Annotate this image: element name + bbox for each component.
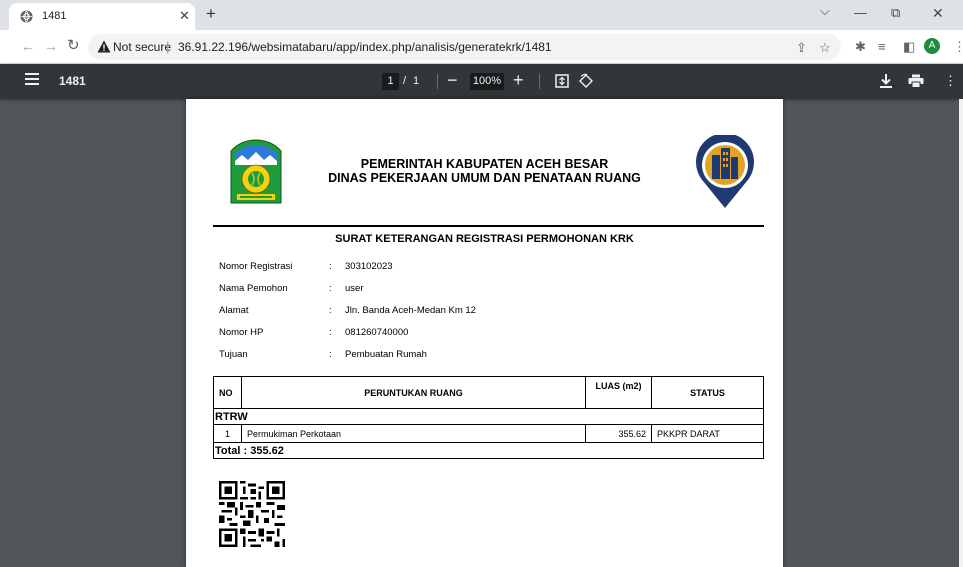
cell-luas: 355.62: [585, 424, 652, 443]
chevron-down-icon[interactable]: ⌵: [820, 3, 830, 19]
back-icon[interactable]: ←: [21, 38, 35, 54]
cell-status: PKKPR DARAT: [651, 424, 764, 443]
close-tab-icon[interactable]: ✕: [179, 8, 190, 24]
cell-no: 1: [213, 424, 242, 443]
rotate-icon[interactable]: [578, 73, 594, 89]
group-row: RTRW: [213, 408, 764, 425]
column-header-status: STATUS: [651, 376, 764, 409]
field-label: Nomor Registrasi: [219, 261, 293, 272]
browser-toolbar: ← → ↻ Not secure | 36.91.22.196/websimat…: [0, 30, 963, 64]
new-tab-icon[interactable]: +: [206, 4, 216, 24]
field-value: 303102023: [345, 261, 393, 272]
field-label: Alamat: [219, 305, 249, 316]
url-divider: |: [166, 39, 170, 54]
zoom-out-button[interactable]: −: [447, 69, 458, 91]
share-icon[interactable]: ⇪: [796, 40, 807, 56]
globe-icon: [20, 10, 33, 23]
qr-code: [219, 481, 285, 547]
fit-to-page-icon[interactable]: [555, 74, 569, 88]
browser-tab[interactable]: 1481 ✕: [9, 3, 195, 30]
reading-list-icon[interactable]: ≡: [878, 39, 886, 55]
group-label: RTRW: [213, 408, 764, 425]
field-label: Nomor HP: [219, 327, 264, 338]
field-colon: :: [329, 261, 332, 272]
forward-icon[interactable]: →: [44, 38, 58, 54]
reload-icon[interactable]: ↻: [67, 38, 80, 54]
more-options-icon[interactable]: ⋮: [944, 73, 957, 89]
scrollbar[interactable]: [959, 99, 963, 567]
field-colon: :: [329, 349, 332, 360]
field-value: Jln. Banda Aceh-Medan Km 12: [345, 305, 476, 316]
pdf-toolbar: 1481 1 / 1 − 100% + ⋮: [0, 64, 963, 99]
column-header-no: NO: [213, 376, 242, 409]
zoom-input[interactable]: 100%: [470, 73, 504, 90]
tab-strip: 1481 ✕ + ⌵ — ⧉ ✕: [0, 0, 963, 30]
field-value: user: [345, 283, 364, 294]
close-window-icon[interactable]: ✕: [932, 5, 944, 22]
zoom-in-button[interactable]: +: [513, 69, 524, 91]
profile-avatar[interactable]: A: [924, 38, 940, 54]
page-total: 1: [413, 75, 420, 87]
extensions-icon[interactable]: ✱: [855, 39, 866, 55]
minimize-icon[interactable]: —: [854, 5, 867, 20]
cell-peruntukan: Permukiman Perkotaan: [241, 424, 586, 443]
toolbar-divider: [437, 74, 438, 89]
field-value: Pembuatan Rumah: [345, 349, 427, 360]
field-label: Tujuan: [219, 349, 248, 360]
field-colon: :: [329, 305, 332, 316]
field-value: 081260740000: [345, 327, 409, 338]
pdf-page: PEMERINTAH KABUPATEN ACEH BESAR DINAS PE…: [186, 99, 783, 567]
document-title: SURAT KETERANGAN REGISTRASI PERMOHONAN K…: [335, 233, 634, 245]
column-header-peruntukan: PERUNTUKAN RUANG: [241, 376, 586, 409]
pdf-title: 1481: [59, 74, 86, 88]
browser-menu-icon[interactable]: ⋮: [953, 39, 963, 55]
url-text[interactable]: 36.91.22.196/websimatabaru/app/index.php…: [178, 40, 552, 54]
total-row: Total : 355.62: [213, 442, 764, 459]
field-colon: :: [329, 283, 332, 294]
download-icon[interactable]: [879, 73, 893, 89]
address-bar[interactable]: Not secure | 36.91.22.196/websimatabaru/…: [88, 34, 841, 60]
hamburger-menu-icon[interactable]: [25, 73, 39, 85]
table-header-row: NO PERUNTUKAN RUANG LUAS (m2) STATUS: [213, 376, 764, 409]
toolbar-divider: [539, 74, 540, 89]
column-header-luas: LUAS (m2): [585, 376, 652, 409]
security-label[interactable]: Not secure: [113, 40, 171, 54]
field-colon: :: [329, 327, 332, 338]
page-separator: /: [403, 75, 407, 87]
warning-icon: [97, 40, 111, 53]
building-pin-logo: [696, 135, 754, 208]
peruntukan-table: NO PERUNTUKAN RUANG LUAS (m2) STATUS RTR…: [213, 376, 764, 459]
side-panel-icon[interactable]: ◧: [903, 39, 915, 55]
tab-title: 1481: [42, 10, 67, 22]
print-icon[interactable]: [908, 74, 924, 88]
bookmark-star-icon[interactable]: ☆: [819, 40, 831, 56]
table-row: 1 Permukiman Perkotaan 355.62 PKKPR DARA…: [213, 424, 764, 443]
total-label: Total : 355.62: [213, 442, 764, 459]
header-divider: [213, 225, 764, 227]
page-number-input[interactable]: 1: [382, 73, 399, 90]
restore-icon[interactable]: ⧉: [891, 5, 900, 21]
field-label: Nama Pemohon: [219, 283, 288, 294]
